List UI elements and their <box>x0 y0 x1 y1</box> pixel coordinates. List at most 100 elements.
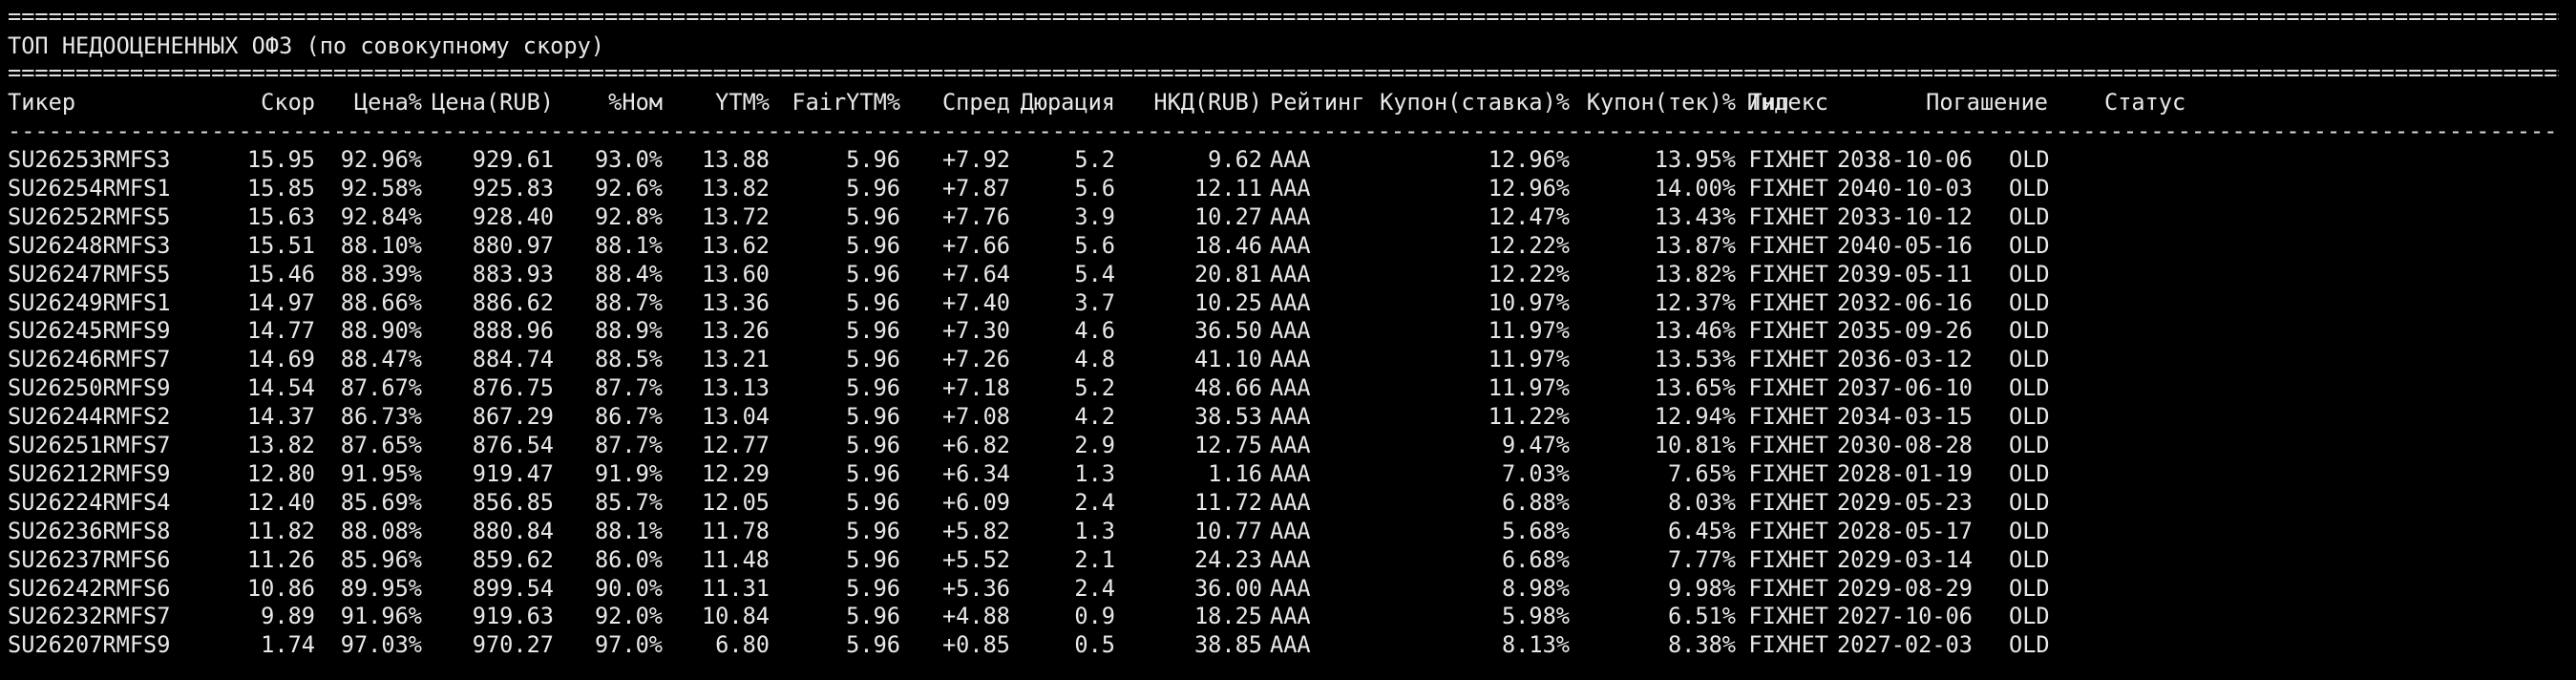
cell-nkd: 12.75 <box>1193 432 1262 458</box>
cell-price-rub: 888.96 <box>472 317 554 345</box>
cell-index: НЕТ <box>1787 517 1828 544</box>
cell-type: FIX <box>1748 574 1789 602</box>
cell-index: НЕТ <box>1787 202 1828 230</box>
table-row: SU26246RMFS7 14.69 88.47% 884.74 88.5% 13.21 5… <box>8 345 2572 373</box>
cell-rating: AAA <box>1270 517 1311 544</box>
cell-duration: 4.2 <box>1074 403 1115 431</box>
table-row: SU26224RMFS4 12.40 85.69% 856.85 85.7% 12.05 5… <box>8 488 2572 517</box>
column-header-score: Скор <box>261 89 315 116</box>
cell-ytm: 12.77 <box>701 432 770 458</box>
cell-ticker: SU26254RMFS1 <box>8 174 171 202</box>
cell-price-rub: 884.74 <box>472 346 554 373</box>
cell-duration: 4.8 <box>1074 346 1115 373</box>
cell-price-pct: 91.95% <box>340 459 422 487</box>
cell-type: FIX <box>1748 146 1789 173</box>
cell-status: OLD <box>2009 574 2050 602</box>
cell-ticker: SU26245RMFS9 <box>8 317 171 345</box>
cell-coupon-rate: 8.13% <box>1501 631 1570 659</box>
cell-status: OLD <box>2009 146 2050 173</box>
cell-score: 15.46 <box>246 260 315 287</box>
cell-pct-nom: 87.7% <box>594 432 663 458</box>
cell-ytm: 13.60 <box>701 260 770 287</box>
cell-ytm: 13.04 <box>701 403 770 431</box>
cell-score: 14.77 <box>246 317 315 345</box>
cell-price-rub: 880.97 <box>472 231 554 259</box>
cell-price-rub: 928.40 <box>472 202 554 230</box>
cell-ytm: 11.48 <box>701 545 770 573</box>
cell-score: 15.51 <box>246 231 315 259</box>
cell-nkd: 9.62 <box>1208 146 1262 173</box>
cell-ticker: SU26246RMFS7 <box>8 346 171 373</box>
cell-fair-ytm: 5.96 <box>846 288 900 316</box>
cell-price-rub: 899.54 <box>472 574 554 602</box>
cell-coupon-cur: 12.37% <box>1654 288 1736 316</box>
cell-ticker: SU26237RMFS6 <box>8 545 171 573</box>
cell-pct-nom: 86.0% <box>594 545 663 573</box>
table-row: SU26207RMFS9 1.74 97.03% 970.27 97.0% 6.80 5.9… <box>8 630 2572 659</box>
cell-coupon-rate: 6.88% <box>1501 488 1570 516</box>
cell-ytm: 12.29 <box>701 459 770 487</box>
cell-ytm: 13.36 <box>701 288 770 316</box>
cell-ytm: 13.13 <box>701 374 770 402</box>
cell-price-rub: 859.62 <box>472 545 554 573</box>
cell-status: OLD <box>2009 488 2050 516</box>
cell-rating: AAA <box>1270 545 1311 573</box>
cell-coupon-cur: 6.45% <box>1667 517 1736 544</box>
cell-spread: +7.92 <box>941 146 1010 173</box>
cell-rating: AAA <box>1270 146 1311 173</box>
cell-nkd: 18.46 <box>1193 231 1262 259</box>
cell-pct-nom: 88.1% <box>594 231 663 259</box>
cell-ytm: 13.72 <box>701 202 770 230</box>
cell-ytm: 6.80 <box>715 631 770 659</box>
cell-status: OLD <box>2009 288 2050 316</box>
cell-score: 13.82 <box>246 432 315 458</box>
cell-price-rub: 970.27 <box>472 631 554 659</box>
cell-maturity: 2039-05-11 <box>1836 260 1973 287</box>
cell-duration: 2.4 <box>1074 488 1115 516</box>
cell-score: 1.74 <box>261 631 315 659</box>
cell-price-pct: 89.95% <box>340 574 422 602</box>
cell-ticker: SU26253RMFS3 <box>8 146 171 173</box>
table-row: SU26245RMFS9 14.77 88.90% 888.96 88.9% 13.26 5… <box>8 316 2572 345</box>
column-header-ytm: YTM% <box>715 89 770 116</box>
cell-pct-nom: 88.7% <box>594 288 663 316</box>
cell-nkd: 36.50 <box>1193 317 1262 345</box>
cell-ticker: SU26236RMFS8 <box>8 517 171 544</box>
cell-nkd: 10.77 <box>1193 517 1262 544</box>
cell-ticker: SU26212RMFS9 <box>8 459 171 487</box>
cell-spread: +7.40 <box>941 288 1010 316</box>
cell-fair-ytm: 5.96 <box>846 346 900 373</box>
cell-price-pct: 88.90% <box>340 317 422 345</box>
table-row: SU26251RMFS7 13.82 87.65% 876.54 87.7% 12.77 5… <box>8 431 2572 459</box>
cell-type: FIX <box>1748 174 1789 202</box>
cell-pct-nom: 88.5% <box>594 346 663 373</box>
cell-fair-ytm: 5.96 <box>846 488 900 516</box>
cell-rating: AAA <box>1270 202 1311 230</box>
cell-index: НЕТ <box>1787 288 1828 316</box>
cell-index: НЕТ <box>1787 374 1828 402</box>
cell-rating: AAA <box>1270 317 1311 345</box>
cell-fair-ytm: 5.96 <box>846 317 900 345</box>
cell-type: FIX <box>1748 260 1789 287</box>
cell-pct-nom: 88.9% <box>594 317 663 345</box>
cell-coupon-rate: 5.68% <box>1501 517 1570 544</box>
cell-ytm: 10.84 <box>701 603 770 630</box>
cell-status: OLD <box>2009 545 2050 573</box>
cell-rating: AAA <box>1270 346 1311 373</box>
cell-fair-ytm: 5.96 <box>846 432 900 458</box>
cell-ytm: 13.62 <box>701 231 770 259</box>
cell-coupon-cur: 9.98% <box>1667 574 1736 602</box>
cell-fair-ytm: 5.96 <box>846 231 900 259</box>
cell-ticker: SU26250RMFS9 <box>8 374 171 402</box>
cell-duration: 3.7 <box>1074 288 1115 316</box>
cell-fair-ytm: 5.96 <box>846 146 900 173</box>
cell-index: НЕТ <box>1787 260 1828 287</box>
cell-duration: 3.9 <box>1074 202 1115 230</box>
cell-ytm: 13.21 <box>701 346 770 373</box>
cell-index: НЕТ <box>1787 174 1828 202</box>
cell-score: 15.63 <box>246 202 315 230</box>
cell-coupon-rate: 9.47% <box>1501 432 1570 458</box>
cell-coupon-rate: 11.97% <box>1488 374 1570 402</box>
cell-score: 10.86 <box>246 574 315 602</box>
cell-coupon-cur: 13.53% <box>1654 346 1736 373</box>
